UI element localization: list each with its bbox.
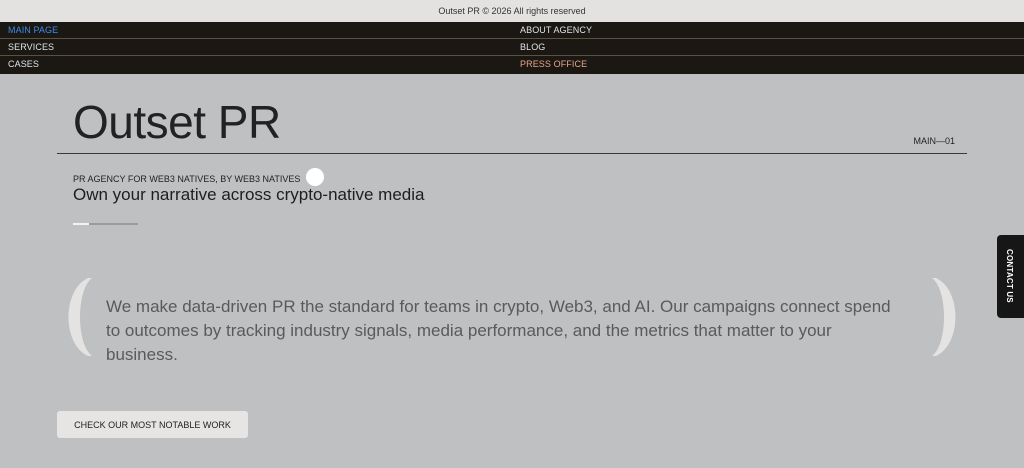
nav-link-press-office[interactable]: PRESS OFFICE: [520, 59, 587, 69]
contact-us-label: CONTACT US: [1005, 249, 1014, 303]
slider-progress: [73, 223, 138, 225]
nav-link-about-agency[interactable]: ABOUT AGENCY: [520, 25, 592, 35]
nav-row: MAIN PAGE ABOUT AGENCY: [0, 22, 1024, 39]
copyright-text: Outset PR © 2026 All rights reserved: [438, 6, 586, 16]
slider-progress-fill: [73, 223, 90, 225]
nav-link-blog[interactable]: BLOG: [520, 42, 545, 52]
nav-row: SERVICES BLOG: [0, 39, 1024, 56]
page-title: Outset PR: [73, 96, 281, 148]
section-code: MAIN—01: [913, 136, 955, 146]
close-bracket-icon: [932, 278, 956, 356]
hero-tagline: Own your narrative across crypto-native …: [73, 185, 425, 204]
hero-eyebrow: PR AGENCY FOR WEB3 NATIVES, BY WEB3 NATI…: [73, 174, 301, 184]
nav-link-main-page[interactable]: MAIN PAGE: [8, 25, 58, 35]
open-bracket-icon: [68, 278, 92, 356]
nav-link-services[interactable]: SERVICES: [8, 42, 54, 52]
notable-work-button[interactable]: CHECK OUR MOST NOTABLE WORK: [57, 411, 248, 438]
main-navigation: MAIN PAGE ABOUT AGENCY SERVICES BLOG CAS…: [0, 22, 1024, 74]
nav-row: CASES PRESS OFFICE: [0, 56, 1024, 73]
contact-us-tab[interactable]: CONTACT US: [997, 235, 1024, 318]
copyright-bar: Outset PR © 2026 All rights reserved: [0, 0, 1024, 22]
nav-link-cases[interactable]: CASES: [8, 59, 39, 69]
hero-divider: [57, 153, 967, 154]
mission-text: We make data-driven PR the standard for …: [106, 297, 891, 364]
cursor-dot: [306, 168, 324, 186]
mission-quote: We make data-driven PR the standard for …: [50, 278, 980, 364]
